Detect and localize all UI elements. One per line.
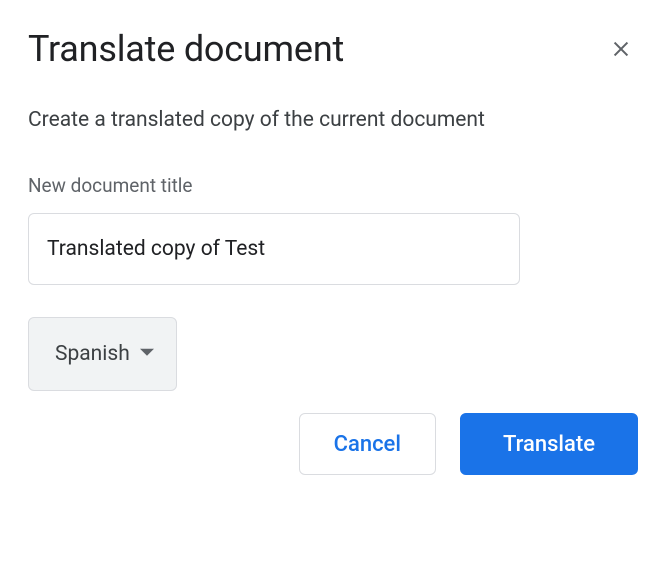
cancel-button[interactable]: Cancel [299, 413, 436, 475]
translate-document-dialog: Translate document Create a translated c… [28, 28, 638, 475]
close-button[interactable] [604, 32, 638, 69]
translate-button[interactable]: Translate [460, 413, 638, 475]
title-field-label: New document title [28, 174, 638, 197]
dialog-header: Translate document [28, 28, 638, 70]
document-title-input[interactable] [28, 213, 520, 285]
selected-language-label: Spanish [55, 342, 130, 366]
dialog-subtitle: Create a translated copy of the current … [28, 108, 638, 132]
dialog-buttons: Cancel Translate [28, 413, 638, 475]
dialog-title: Translate document [28, 28, 344, 70]
language-select[interactable]: Spanish [28, 317, 177, 391]
chevron-down-icon [140, 342, 154, 366]
close-icon [610, 38, 632, 63]
